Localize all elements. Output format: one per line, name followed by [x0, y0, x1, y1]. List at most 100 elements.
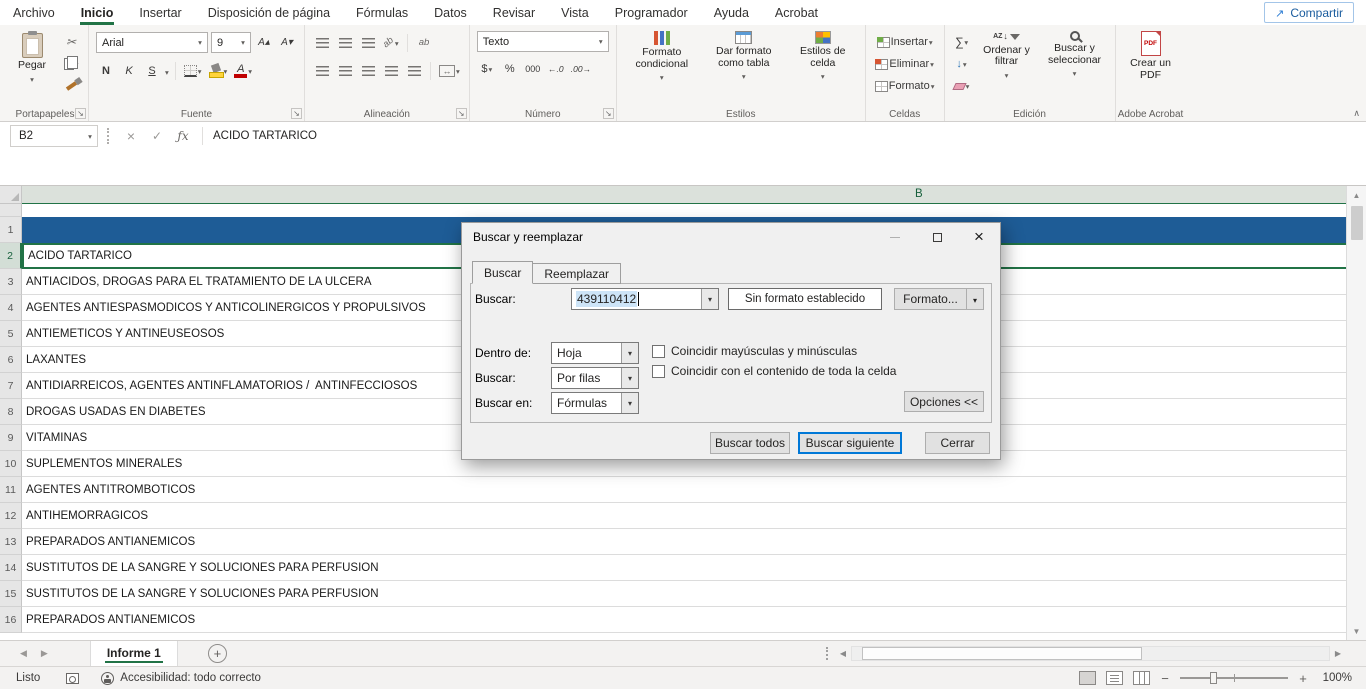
- row-header-14[interactable]: 14: [0, 555, 22, 581]
- cell[interactable]: [22, 204, 1346, 217]
- alignment-dialog-launcher[interactable]: [456, 108, 467, 119]
- cancel-icon[interactable]: [118, 128, 144, 144]
- search-order-dropdown[interactable]: Por filas: [551, 367, 639, 389]
- zoom-in-button[interactable]: +: [1298, 671, 1308, 686]
- create-pdf-button[interactable]: Crear un PDF: [1123, 28, 1179, 81]
- shrink-font-button[interactable]: [277, 33, 297, 53]
- tab-disposicion[interactable]: Disposición de página: [195, 0, 343, 25]
- clipboard-dialog-launcher[interactable]: [75, 108, 86, 119]
- tab-formulas[interactable]: Fórmulas: [343, 0, 421, 25]
- accessibility-status[interactable]: Accesibilidad: todo correcto: [120, 672, 261, 684]
- font-size-combo[interactable]: 9: [211, 32, 251, 53]
- grow-font-button[interactable]: [254, 33, 274, 53]
- row-header-16[interactable]: 16: [0, 607, 22, 633]
- row-header-1[interactable]: 1: [0, 217, 22, 243]
- fill-button[interactable]: [952, 54, 972, 74]
- tab-acrobat[interactable]: Acrobat: [762, 0, 831, 25]
- new-sheet-button[interactable]: [208, 644, 227, 663]
- row-header-2[interactable]: 2: [0, 243, 22, 269]
- row-header[interactable]: [0, 204, 22, 217]
- decrease-indent-button[interactable]: [381, 61, 401, 81]
- page-break-view-button[interactable]: [1133, 671, 1150, 685]
- scroll-up-icon[interactable]: [1347, 186, 1366, 204]
- orientation-button[interactable]: [381, 33, 401, 53]
- number-dialog-launcher[interactable]: [603, 108, 614, 119]
- match-entire-cell-checkbox[interactable]: Coincidir con el contenido de toda la ce…: [652, 364, 896, 378]
- name-box[interactable]: B2: [10, 125, 98, 147]
- copy-button[interactable]: [61, 54, 81, 74]
- italic-button[interactable]: K: [119, 61, 139, 81]
- format-cells-button[interactable]: Formato: [873, 76, 937, 96]
- cell-B15[interactable]: SUSTITUTOS DE LA SANGRE Y SOLUCIONES PAR…: [22, 581, 1346, 607]
- percent-button[interactable]: %: [500, 59, 520, 79]
- cut-button[interactable]: [61, 32, 81, 52]
- clear-button[interactable]: [952, 76, 972, 96]
- conditional-formatting-button[interactable]: Formato condicional: [624, 28, 700, 84]
- tab-insertar[interactable]: Insertar: [126, 0, 194, 25]
- chevron-down-icon[interactable]: [621, 343, 638, 363]
- sort-filter-button[interactable]: Ordenar y filtrar: [978, 28, 1036, 81]
- match-case-checkbox[interactable]: Coincidir mayúsculas y minúsculas: [652, 344, 857, 358]
- align-top-button[interactable]: [312, 33, 332, 53]
- wrap-text-button[interactable]: [414, 33, 434, 53]
- merge-center-button[interactable]: [437, 61, 462, 81]
- checkbox-icon[interactable]: [652, 345, 665, 358]
- row-header-15[interactable]: 15: [0, 581, 22, 607]
- find-what-input[interactable]: 439110412: [571, 288, 719, 310]
- row-header-6[interactable]: 6: [0, 347, 22, 373]
- horizontal-scrollbar[interactable]: [826, 645, 1346, 662]
- row-header-11[interactable]: 11: [0, 477, 22, 503]
- underline-button[interactable]: S: [142, 61, 162, 81]
- look-in-dropdown[interactable]: Fórmulas: [551, 392, 639, 414]
- find-select-button[interactable]: Buscar y seleccionar: [1042, 28, 1108, 80]
- options-button[interactable]: Opciones <<: [904, 391, 984, 412]
- within-dropdown[interactable]: Hoja: [551, 342, 639, 364]
- vertical-scroll-thumb[interactable]: [1351, 206, 1363, 240]
- close-dialog-button[interactable]: Cerrar: [925, 432, 990, 454]
- select-all-button[interactable]: [0, 186, 22, 204]
- align-center-button[interactable]: [335, 61, 355, 81]
- chevron-down-icon[interactable]: [967, 292, 983, 306]
- row-header-12[interactable]: 12: [0, 503, 22, 529]
- align-middle-button[interactable]: [335, 33, 355, 53]
- formula-bar-splitter[interactable]: [107, 128, 109, 144]
- font-dialog-launcher[interactable]: [291, 108, 302, 119]
- share-button[interactable]: Compartir: [1264, 2, 1354, 23]
- tab-archivo[interactable]: Archivo: [0, 0, 68, 25]
- cell-styles-button[interactable]: Estilos de celda: [788, 28, 858, 83]
- next-sheet-icon[interactable]: [41, 648, 48, 659]
- horizontal-scroll-track[interactable]: [851, 646, 1330, 661]
- tab-datos[interactable]: Datos: [421, 0, 480, 25]
- scroll-down-icon[interactable]: [1347, 622, 1366, 640]
- increase-indent-button[interactable]: [404, 61, 424, 81]
- column-header-B[interactable]: B: [22, 186, 1346, 204]
- sheet-tab-informe1[interactable]: Informe 1: [90, 641, 178, 666]
- thousands-button[interactable]: 000: [523, 59, 543, 79]
- row-header-13[interactable]: 13: [0, 529, 22, 555]
- find-all-button[interactable]: Buscar todos: [710, 432, 790, 454]
- checkbox-icon[interactable]: [652, 365, 665, 378]
- previous-sheet-icon[interactable]: [20, 648, 27, 659]
- cell-B16[interactable]: PREPARADOS ANTIANEMICOS: [22, 607, 1346, 633]
- format-button[interactable]: Formato...: [894, 288, 984, 310]
- decrease-decimal-button[interactable]: [569, 59, 593, 79]
- scroll-left-icon[interactable]: [835, 649, 851, 658]
- row-header-4[interactable]: 4: [0, 295, 22, 321]
- font-family-combo[interactable]: Arial: [96, 32, 208, 53]
- borders-button[interactable]: [182, 61, 204, 81]
- zoom-level[interactable]: 100%: [1318, 672, 1352, 684]
- dialog-title-bar[interactable]: Buscar y reemplazar: [462, 223, 1000, 251]
- find-next-button[interactable]: Buscar siguiente: [798, 432, 902, 454]
- insert-cells-button[interactable]: Insertar: [873, 32, 937, 52]
- align-left-button[interactable]: [312, 61, 332, 81]
- row-header-7[interactable]: 7: [0, 373, 22, 399]
- zoom-out-button[interactable]: −: [1160, 671, 1170, 686]
- scrollbar-splitter[interactable]: [826, 647, 828, 660]
- chevron-down-icon[interactable]: [621, 368, 638, 388]
- paste-button[interactable]: Pegar: [9, 28, 55, 85]
- normal-view-button[interactable]: [1079, 671, 1096, 685]
- align-right-button[interactable]: [358, 61, 378, 81]
- font-color-button[interactable]: [232, 61, 254, 81]
- vertical-scrollbar[interactable]: [1346, 186, 1366, 640]
- chevron-down-icon[interactable]: [621, 393, 638, 413]
